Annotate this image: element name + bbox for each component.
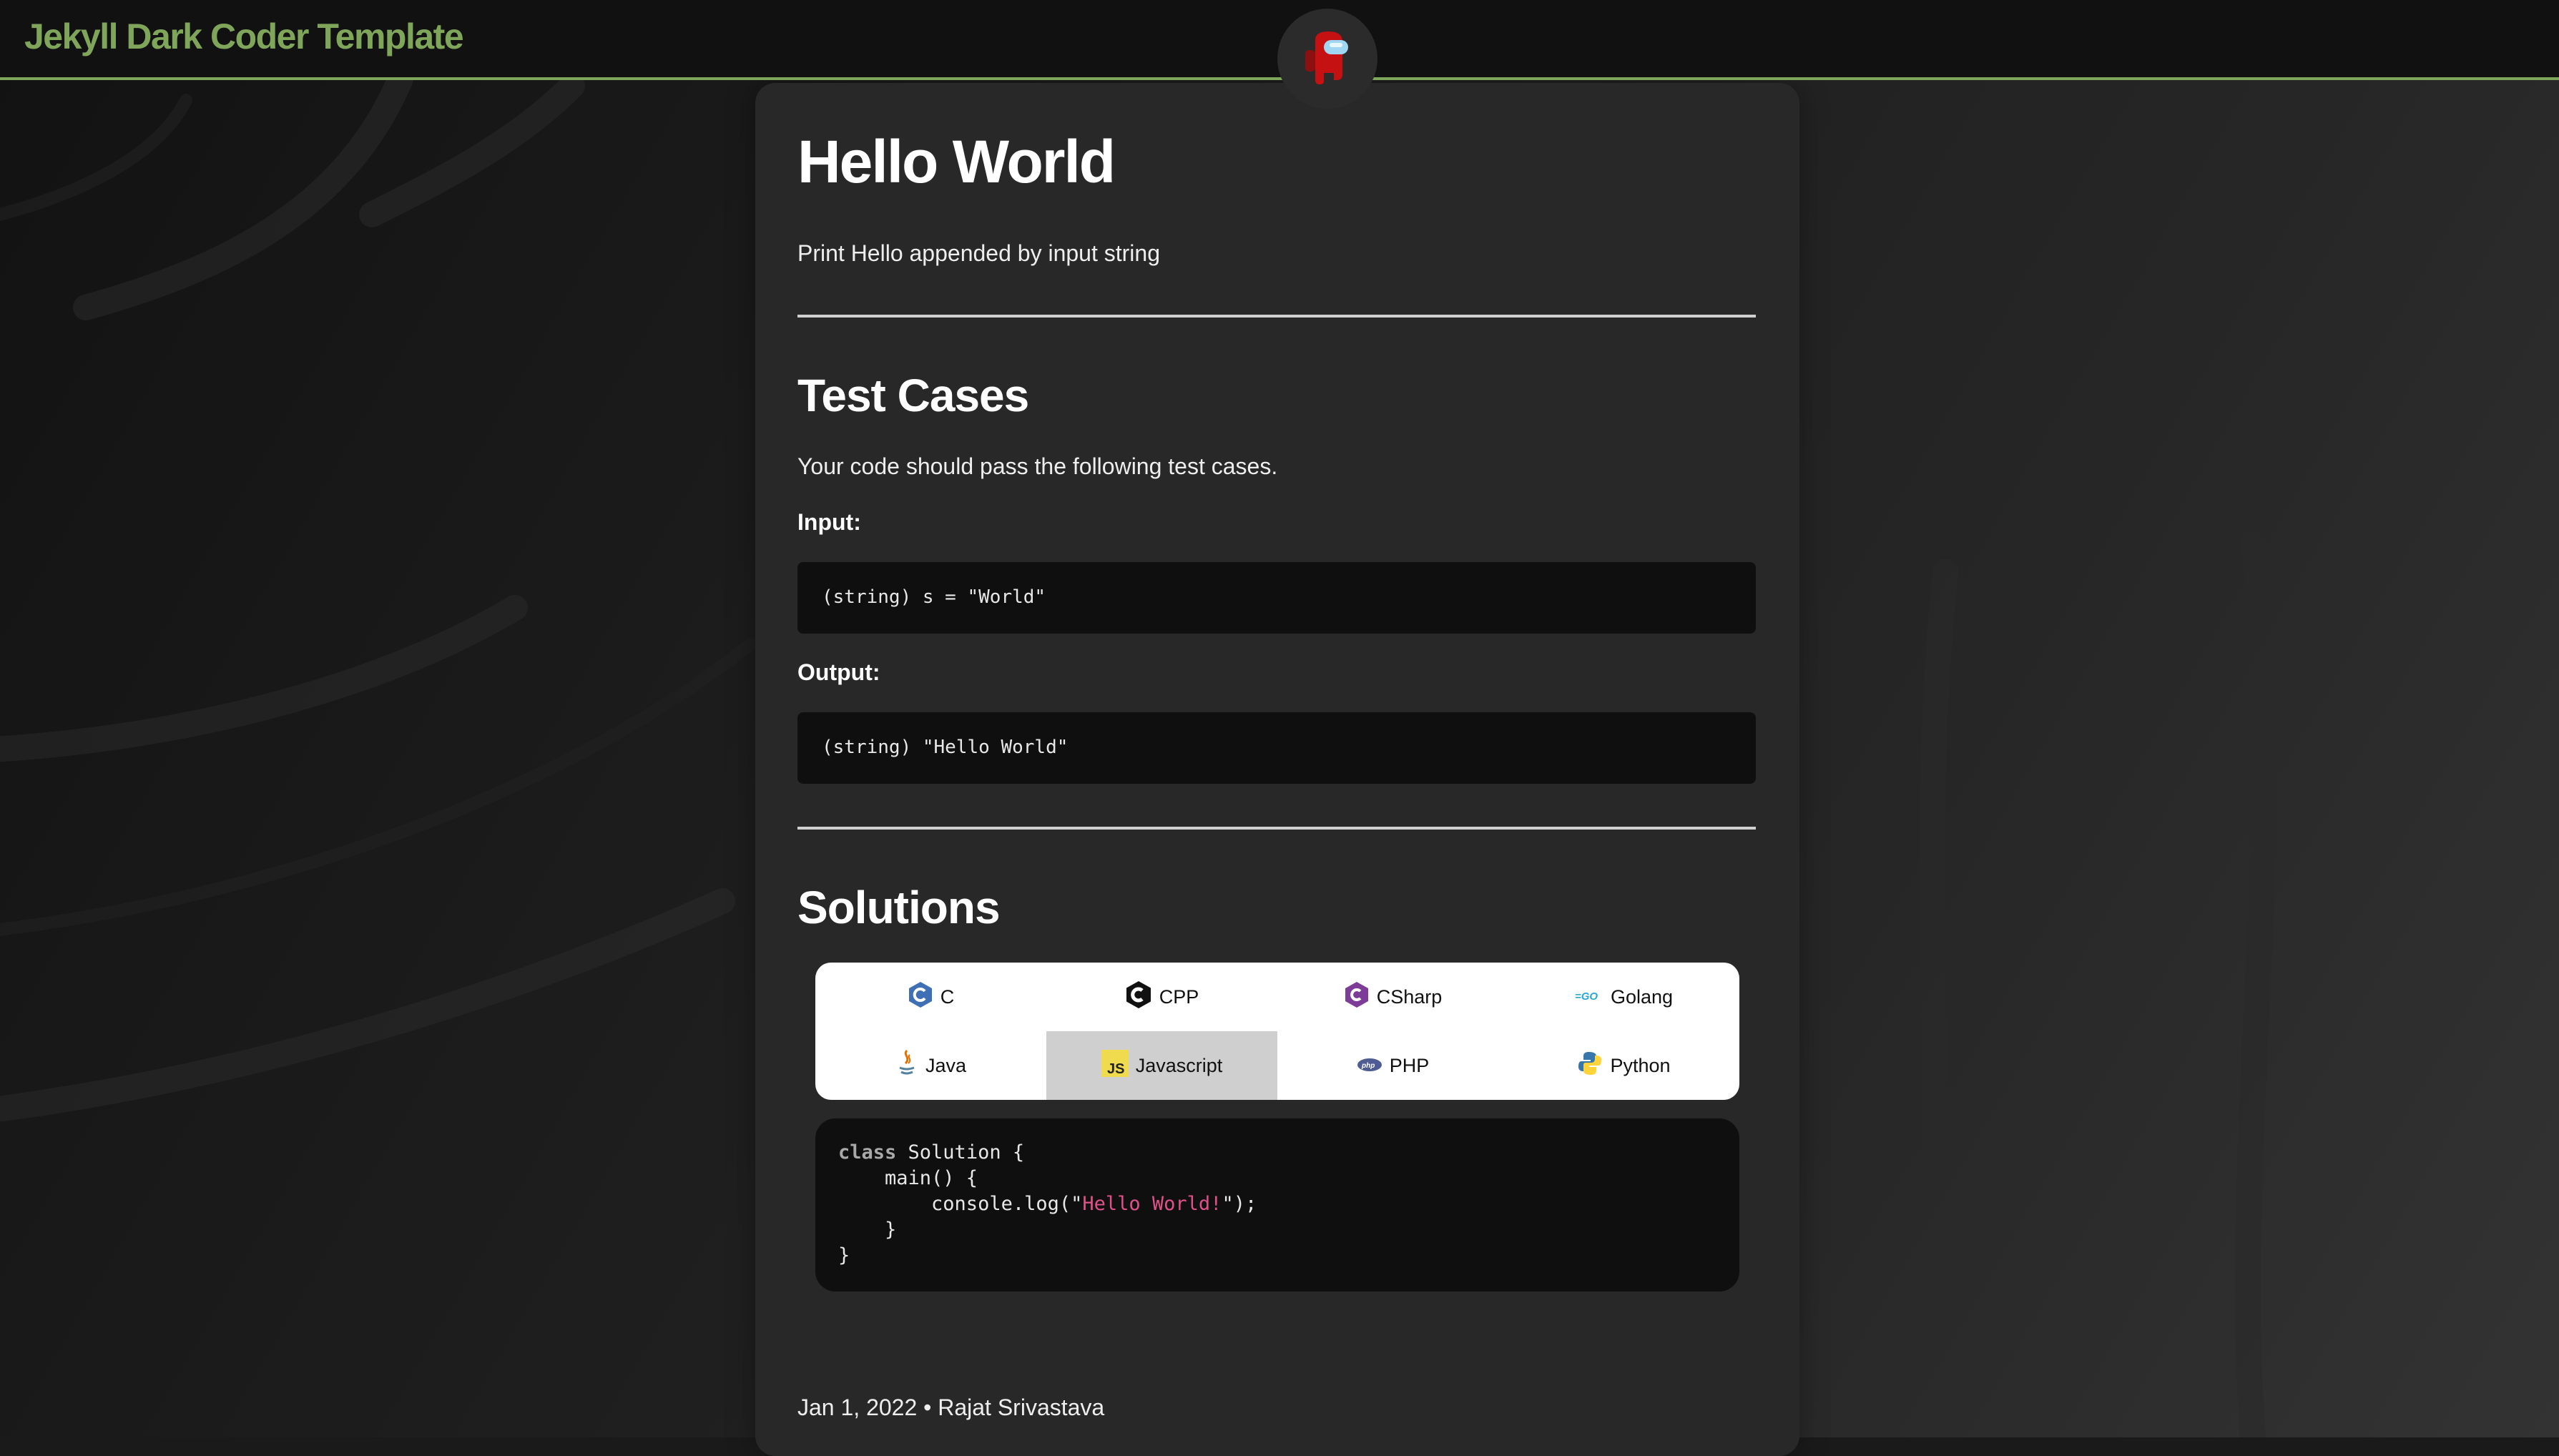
tab-javascript[interactable]: JS Javascript <box>1046 1031 1277 1100</box>
avatar[interactable] <box>1277 9 1377 109</box>
c-language-icon <box>908 981 933 1013</box>
test-cases-intro: Your code should pass the following test… <box>797 453 1278 479</box>
code-text: Solution { <box>896 1141 1025 1164</box>
code-string: Hello World! <box>1082 1193 1222 1215</box>
tab-java[interactable]: Java <box>815 1031 1046 1100</box>
svg-text:JS: JS <box>1107 1061 1124 1077</box>
code-line: main() { <box>838 1167 978 1189</box>
divider <box>797 827 1756 830</box>
post-description: Print Hello appended by input string <box>797 240 1160 266</box>
go-language-icon: =GO <box>1575 986 1603 1008</box>
test-cases-heading: Test Cases <box>797 370 1029 421</box>
language-tabs: C CPP CSharp =GO Golang Java JS Javascri… <box>815 963 1739 1100</box>
output-code-block: (string) "Hello World" <box>797 712 1756 784</box>
solutions-heading: Solutions <box>797 882 1001 933</box>
tab-c[interactable]: C <box>815 963 1046 1031</box>
solution-code-block: class Solution { main() { console.log("H… <box>815 1118 1739 1292</box>
site-title-link[interactable]: Jekyll Dark Coder Template <box>24 16 464 57</box>
svg-text:=GO: =GO <box>1575 990 1598 1003</box>
tab-label: Golang <box>1610 985 1674 1008</box>
java-language-icon <box>895 1049 918 1083</box>
tab-csharp[interactable]: CSharp <box>1277 963 1508 1031</box>
tab-label: PHP <box>1389 1054 1430 1076</box>
tab-cpp[interactable]: CPP <box>1046 963 1277 1031</box>
input-label: Input: <box>797 509 861 535</box>
post-meta: Jan 1, 2022 • Rajat Srivastava <box>797 1394 1105 1420</box>
tab-label: Java <box>925 1054 967 1076</box>
csharp-language-icon <box>1344 981 1370 1013</box>
among-us-crewmate-icon <box>1305 31 1348 84</box>
php-language-icon: php <box>1357 1055 1382 1077</box>
post-card: Hello World Print Hello appended by inpu… <box>755 83 1799 1456</box>
code-text: "); <box>1222 1193 1257 1215</box>
post-title: Hello World <box>797 128 1116 195</box>
code-line: } <box>838 1219 897 1241</box>
code-line: } <box>838 1244 850 1266</box>
tab-label: C <box>940 985 955 1008</box>
tab-golang[interactable]: =GO Golang <box>1508 963 1739 1031</box>
tab-label: CPP <box>1159 985 1199 1008</box>
tab-php[interactable]: php PHP <box>1277 1031 1508 1100</box>
tab-python[interactable]: Python <box>1508 1031 1739 1100</box>
tab-label: CSharp <box>1376 985 1443 1008</box>
tab-label: Javascript <box>1135 1054 1223 1076</box>
python-language-icon <box>1577 1051 1603 1081</box>
svg-text:php: php <box>1361 1062 1375 1070</box>
cpp-language-icon <box>1125 980 1152 1014</box>
code-line: console.log("Hello World!"); <box>838 1191 1739 1217</box>
output-label: Output: <box>797 659 880 685</box>
code-line: class Solution { <box>838 1140 1739 1166</box>
code-keyword: class <box>838 1141 897 1164</box>
divider <box>797 315 1756 318</box>
tab-label: Python <box>1610 1054 1671 1076</box>
input-code-block: (string) s = "World" <box>797 562 1756 634</box>
code-text: console.log(" <box>838 1193 1083 1215</box>
javascript-language-icon: JS <box>1101 1049 1129 1082</box>
